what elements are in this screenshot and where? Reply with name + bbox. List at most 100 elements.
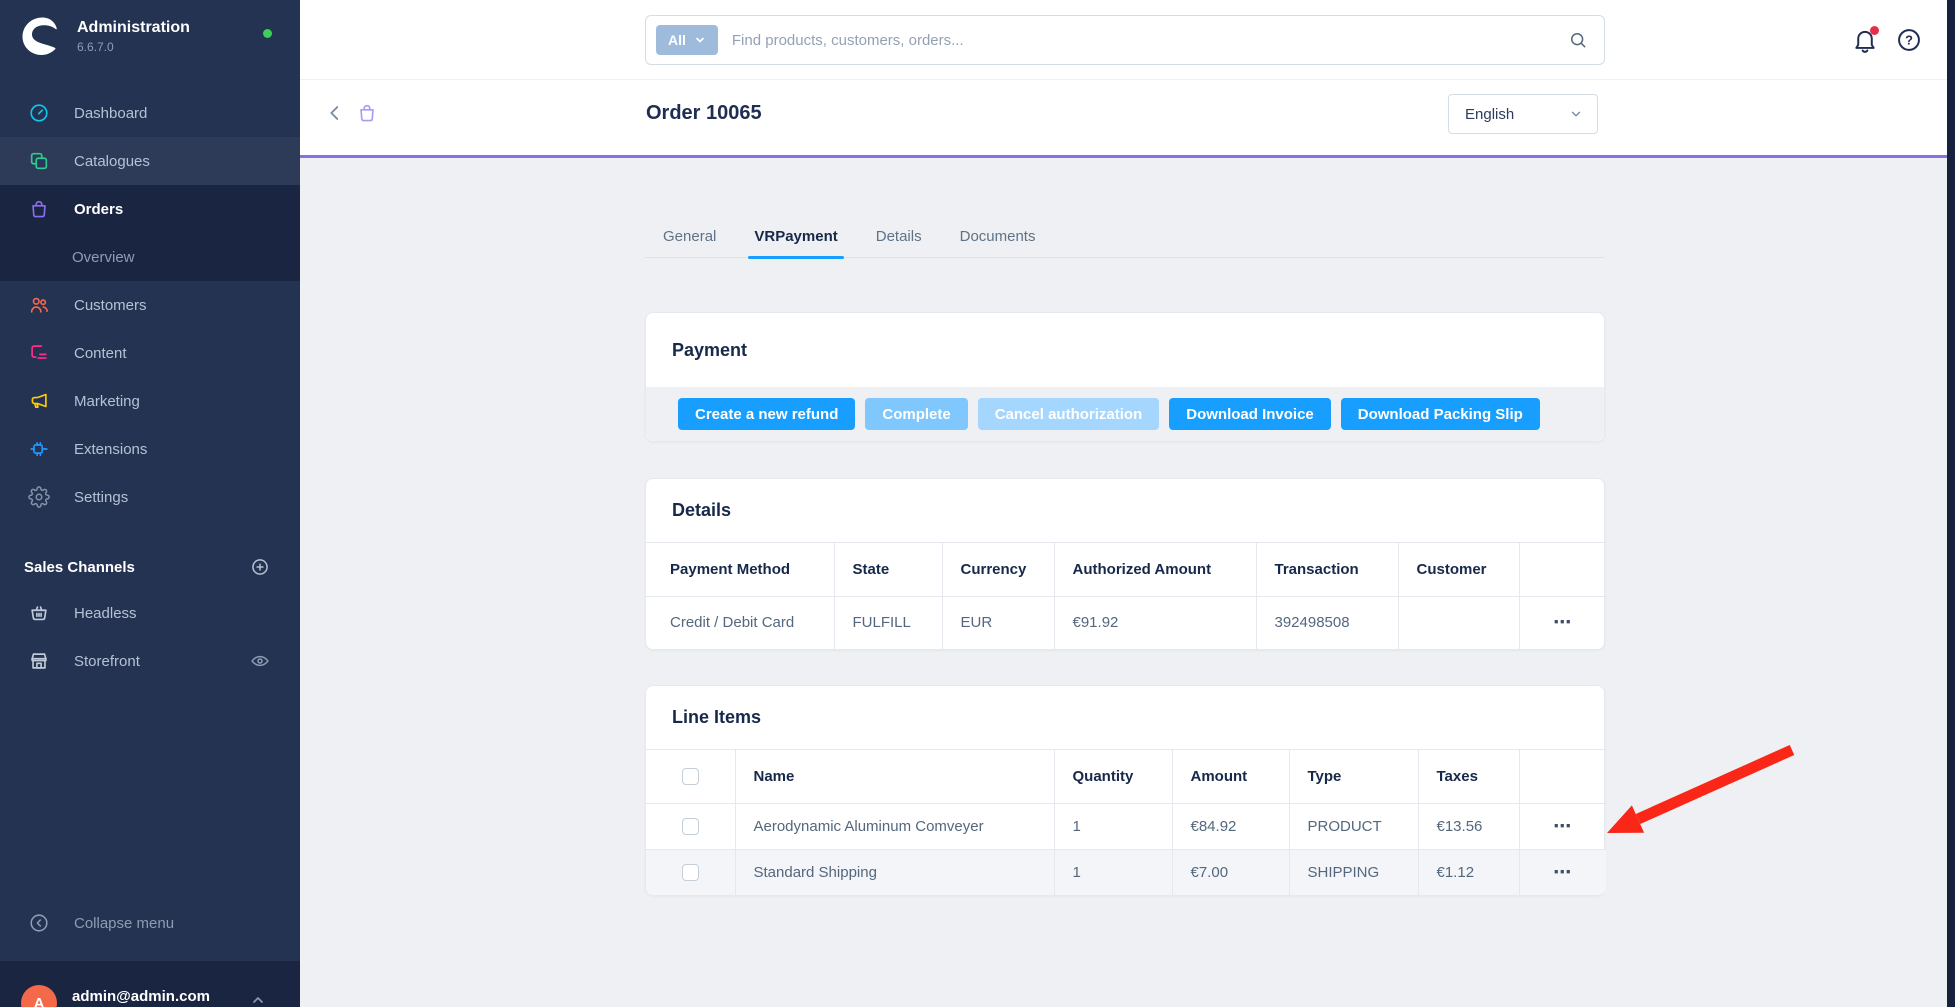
sidebar-item-label: Orders xyxy=(74,201,123,218)
online-status-dot xyxy=(263,29,272,38)
chevron-down-icon xyxy=(694,34,706,46)
add-sales-channel-button[interactable] xyxy=(250,557,270,577)
tab-vrpayment[interactable]: VRPayment xyxy=(752,228,839,257)
cell-customer xyxy=(1398,597,1519,649)
marketing-icon xyxy=(28,390,50,412)
sidebar-item-label: Overview xyxy=(72,249,135,266)
cell-authorized-amount: €91.92 xyxy=(1054,597,1256,649)
back-icon[interactable] xyxy=(324,102,346,124)
app-version: 6.6.7.0 xyxy=(77,40,190,54)
cell-name: Standard Shipping xyxy=(735,849,1054,895)
sidebar-item-label: Storefront xyxy=(74,653,140,670)
row-checkbox[interactable] xyxy=(682,864,699,881)
sidebar-item-dashboard[interactable]: Dashboard xyxy=(0,89,300,137)
cancel-authorization-button[interactable]: Cancel authorization xyxy=(978,398,1160,430)
cell-payment-method: Credit / Debit Card xyxy=(646,597,834,649)
select-all-checkbox[interactable] xyxy=(682,768,699,785)
column-header-actions xyxy=(1519,749,1606,803)
column-header: Quantity xyxy=(1054,749,1172,803)
smartbar: Order 10065 English xyxy=(300,80,1947,155)
table-header-row: Name Quantity Amount Type Taxes xyxy=(646,749,1606,803)
cell-transaction: 392498508 xyxy=(1256,597,1398,649)
extensions-icon xyxy=(28,438,50,460)
settings-icon xyxy=(28,486,50,508)
column-header: Payment Method xyxy=(646,543,834,597)
cell-type: PRODUCT xyxy=(1289,803,1418,849)
user-email: admin@admin.com xyxy=(72,988,210,1005)
sidebar-item-content[interactable]: Content xyxy=(0,329,300,377)
app-title: Administration xyxy=(77,16,190,37)
sidebar-item-marketing[interactable]: Marketing xyxy=(0,377,300,425)
complete-button[interactable]: Complete xyxy=(865,398,967,430)
table-row: Credit / Debit Card FULFILL EUR €91.92 3… xyxy=(646,597,1606,649)
cell-currency: EUR xyxy=(942,597,1054,649)
language-select[interactable]: English xyxy=(1448,94,1598,134)
sidebar-item-catalogues[interactable]: Catalogues xyxy=(0,137,300,185)
avatar: A xyxy=(21,985,57,1007)
language-select-value: English xyxy=(1465,106,1514,123)
table-header-row: Payment Method State Currency Authorized… xyxy=(646,543,1606,597)
notifications-bell-icon[interactable] xyxy=(1851,26,1879,54)
storefront-icon xyxy=(28,650,50,672)
column-header: Type xyxy=(1289,749,1418,803)
line-items-table: Name Quantity Amount Type Taxes xyxy=(646,749,1606,896)
sidebar-item-label: Marketing xyxy=(74,393,140,410)
order-bag-icon xyxy=(356,102,378,124)
column-header: Authorized Amount xyxy=(1054,543,1256,597)
download-invoice-button[interactable]: Download Invoice xyxy=(1169,398,1331,430)
search-icon[interactable] xyxy=(1568,30,1588,50)
user-menu[interactable]: A admin@admin.com xyxy=(0,961,300,1007)
cell-taxes: €1.12 xyxy=(1418,849,1519,895)
cell-amount: €84.92 xyxy=(1172,803,1289,849)
cell-type: SHIPPING xyxy=(1289,849,1418,895)
row-checkbox[interactable] xyxy=(682,818,699,835)
content-area: General VRPayment Details Documents Paym… xyxy=(300,158,1947,1007)
notification-dot xyxy=(1870,26,1879,35)
column-header: Customer xyxy=(1398,543,1519,597)
sales-channels-heading: Sales Channels xyxy=(24,559,135,576)
sidebar: Administration 6.6.7.0 Dashboard Catalog… xyxy=(0,0,300,1007)
collapse-menu-button[interactable]: Collapse menu xyxy=(0,899,300,947)
page-title: Order 10065 xyxy=(646,102,762,125)
context-menu-button[interactable]: ⋯ xyxy=(1553,863,1572,881)
sidebar-item-headless[interactable]: Headless xyxy=(0,589,300,637)
main-area: All ? xyxy=(300,0,1947,1007)
search-scope-dropdown[interactable]: All xyxy=(656,25,718,55)
content-icon xyxy=(28,342,50,364)
topbar: All ? xyxy=(300,0,1947,80)
cell-quantity: 1 xyxy=(1054,849,1172,895)
basket-icon xyxy=(28,602,50,624)
orders-icon xyxy=(28,198,50,220)
search-input[interactable] xyxy=(732,32,1554,49)
cell-name: Aerodynamic Aluminum Comveyer xyxy=(735,803,1054,849)
eye-icon[interactable] xyxy=(250,651,270,671)
tab-documents[interactable]: Documents xyxy=(958,228,1038,257)
sidebar-item-customers[interactable]: Customers xyxy=(0,281,300,329)
sidebar-group-orders: Orders Overview xyxy=(0,185,300,281)
window-edge-strip xyxy=(1947,0,1955,1007)
shopware-logo-icon xyxy=(21,16,61,56)
tab-general[interactable]: General xyxy=(661,228,718,257)
context-menu-button[interactable]: ⋯ xyxy=(1553,613,1572,631)
tab-details[interactable]: Details xyxy=(874,228,924,257)
column-header: Name xyxy=(735,749,1054,803)
transaction-details-card: Details Payment Method State Currency Au… xyxy=(645,478,1605,650)
sidebar-item-label: Headless xyxy=(74,605,137,622)
download-packing-slip-button[interactable]: Download Packing Slip xyxy=(1341,398,1540,430)
sidebar-item-orders[interactable]: Orders xyxy=(0,185,300,233)
sidebar-item-settings[interactable]: Settings xyxy=(0,473,300,521)
help-icon[interactable]: ? xyxy=(1895,26,1923,54)
column-header: Currency xyxy=(942,543,1054,597)
context-menu-button[interactable]: ⋯ xyxy=(1553,817,1572,835)
sidebar-item-label: Dashboard xyxy=(74,105,147,122)
create-refund-button[interactable]: Create a new refund xyxy=(678,398,855,430)
search-scope-label: All xyxy=(668,32,686,48)
svg-text:?: ? xyxy=(1905,33,1913,48)
sidebar-item-label: Content xyxy=(74,345,127,362)
sidebar-item-storefront[interactable]: Storefront xyxy=(0,637,300,685)
sidebar-item-extensions[interactable]: Extensions xyxy=(0,425,300,473)
line-items-card: Line Items Name Quantity Amount xyxy=(645,685,1605,897)
brand: Administration 6.6.7.0 xyxy=(0,0,300,56)
column-header: Taxes xyxy=(1418,749,1519,803)
sidebar-item-orders-overview[interactable]: Overview xyxy=(0,233,300,281)
